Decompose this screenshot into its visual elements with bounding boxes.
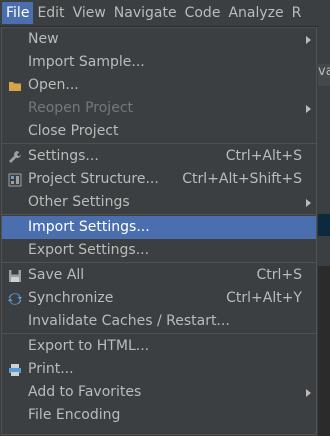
background-editor-area bbox=[318, 266, 330, 436]
folder-icon bbox=[8, 78, 22, 92]
menu-item-label: Export Settings... bbox=[28, 242, 150, 258]
menu-separator bbox=[2, 262, 316, 263]
background-selected-strip bbox=[318, 214, 330, 236]
menu-separator bbox=[2, 333, 316, 334]
menu-item-label: Export to HTML... bbox=[28, 338, 150, 354]
menu-code[interactable]: Code bbox=[181, 2, 225, 24]
menu-edit[interactable]: Edit bbox=[33, 2, 68, 24]
menu-item-label: Save All bbox=[28, 267, 85, 283]
menu-item-file-encoding[interactable]: File Encoding bbox=[2, 404, 316, 427]
menu-item-export-settings[interactable]: Export Settings... bbox=[2, 239, 316, 262]
save-icon bbox=[8, 268, 22, 282]
menu-item-other-settings[interactable]: Other Settings bbox=[2, 191, 316, 214]
menu-item-save-all[interactable]: Save All Ctrl+S bbox=[2, 264, 316, 287]
menu-item-import-settings[interactable]: Import Settings... bbox=[2, 216, 316, 239]
menu-r[interactable]: R bbox=[288, 2, 306, 24]
menu-item-synchronize[interactable]: Synchronize Ctrl+Alt+Y bbox=[2, 287, 316, 310]
menu-item-label: Other Settings bbox=[28, 194, 130, 210]
shortcut-label: Ctrl+S bbox=[256, 267, 302, 283]
menu-item-label: File Encoding bbox=[28, 407, 121, 423]
menu-item-reopen-project: Reopen Project bbox=[2, 97, 316, 120]
menu-item-label: Open... bbox=[28, 77, 79, 93]
wrench-icon bbox=[8, 149, 22, 163]
sync-icon bbox=[8, 291, 22, 305]
submenu-arrow-icon bbox=[306, 36, 311, 44]
menu-item-settings[interactable]: Settings... Ctrl+Alt+S bbox=[2, 145, 316, 168]
menu-separator bbox=[2, 214, 316, 215]
menu-item-invalidate-caches-restart[interactable]: Invalidate Caches / Restart... bbox=[2, 310, 316, 333]
menu-item-add-to-favorites[interactable]: Add to Favorites bbox=[2, 381, 316, 404]
shortcut-label: Ctrl+Alt+Shift+S bbox=[182, 171, 302, 187]
menu-item-print[interactable]: Print... bbox=[2, 358, 316, 381]
shortcut-label: Ctrl+Alt+S bbox=[225, 148, 302, 164]
file-menu-dropdown: New Import Sample... Open... Reopen Project… bbox=[1, 27, 317, 435]
menu-item-label: Reopen Project bbox=[28, 100, 133, 116]
menu-view[interactable]: View bbox=[69, 2, 110, 24]
menu-item-label: New bbox=[28, 31, 59, 47]
shortcut-label: Ctrl+Alt+Y bbox=[226, 290, 302, 306]
menu-item-label: Synchronize bbox=[28, 290, 114, 306]
menu-item-project-structure[interactable]: Project Structure... Ctrl+Alt+Shift+S bbox=[2, 168, 316, 191]
menu-item-label: Invalidate Caches / Restart... bbox=[28, 313, 230, 329]
menu-item-label: Close Project bbox=[28, 123, 119, 139]
submenu-arrow-icon bbox=[306, 199, 311, 207]
menu-item-label: Add to Favorites bbox=[28, 384, 142, 400]
project-structure-icon bbox=[8, 172, 22, 187]
menu-analyze[interactable]: Analyze bbox=[224, 2, 287, 24]
background-text-fragment: va bbox=[318, 64, 330, 79]
menu-item-label: Import Settings... bbox=[28, 219, 150, 235]
print-icon bbox=[8, 362, 22, 376]
menu-item-label: Print... bbox=[28, 361, 74, 377]
menu-bar: File Edit View Navigate Code Analyze R bbox=[0, 0, 330, 27]
menu-item-open[interactable]: Open... bbox=[2, 74, 316, 97]
menu-item-label: Settings... bbox=[28, 148, 99, 164]
menu-navigate[interactable]: Navigate bbox=[110, 2, 181, 24]
menu-item-close-project[interactable]: Close Project bbox=[2, 120, 316, 143]
menu-item-import-sample[interactable]: Import Sample... bbox=[2, 51, 316, 74]
menu-separator bbox=[2, 143, 316, 144]
submenu-arrow-icon bbox=[306, 389, 311, 397]
menu-file[interactable]: File bbox=[2, 2, 34, 24]
submenu-arrow-icon bbox=[306, 105, 311, 113]
background-editor: va bbox=[318, 26, 330, 436]
menu-item-export-to-html[interactable]: Export to HTML... bbox=[2, 335, 316, 358]
menu-item-label: Import Sample... bbox=[28, 54, 145, 70]
menu-item-label: Project Structure... bbox=[28, 171, 159, 187]
menu-item-new[interactable]: New bbox=[2, 28, 316, 51]
